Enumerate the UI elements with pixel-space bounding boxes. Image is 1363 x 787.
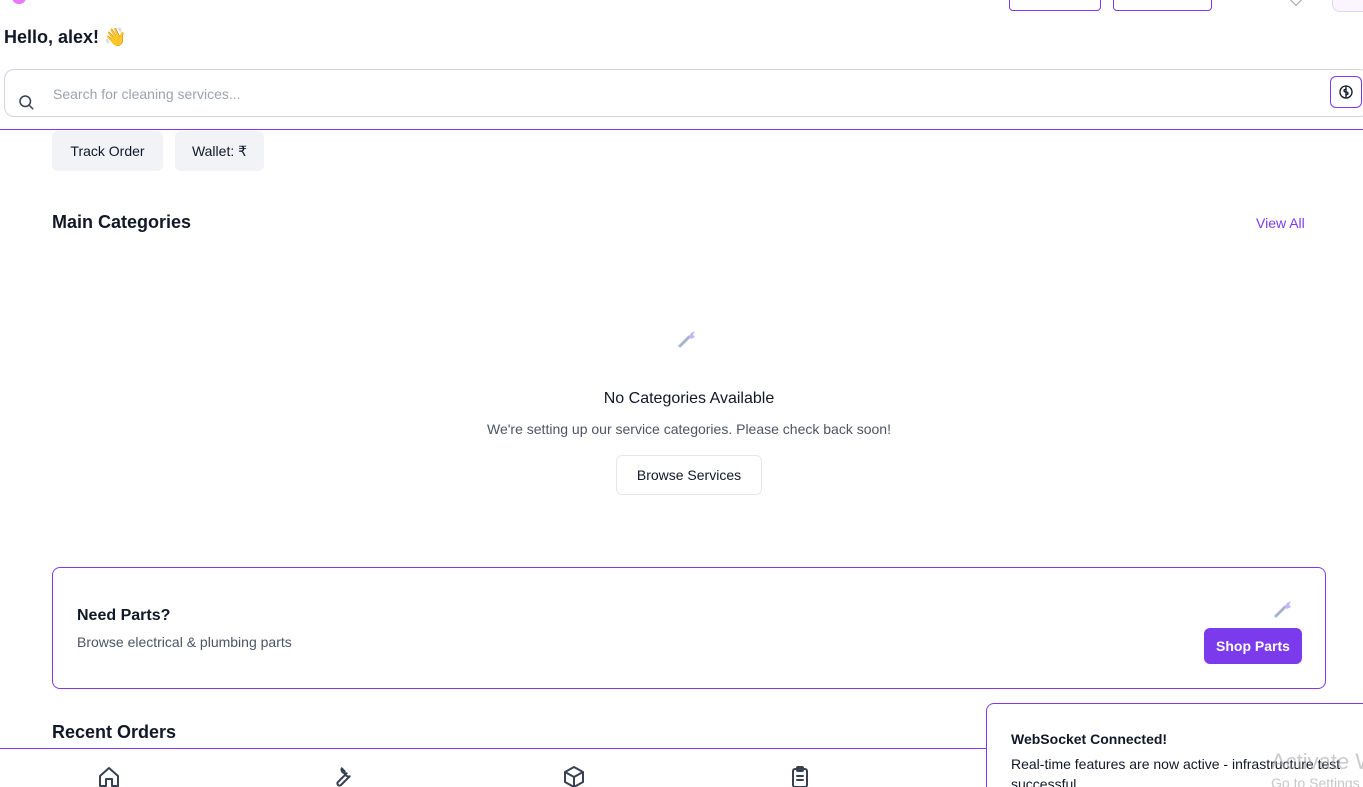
parts-title: Need Parts? xyxy=(77,607,171,624)
recent-orders-title: Recent Orders xyxy=(52,722,177,742)
greeting-text: Hello, alex! 👋 xyxy=(4,27,127,47)
toast-title: WebSocket Connected! xyxy=(1011,731,1168,747)
parts-subtitle: Browse electrical & plumbing parts xyxy=(77,634,292,650)
clipboard-icon[interactable] xyxy=(788,765,812,787)
header-divider xyxy=(0,129,1363,130)
app-logo[interactable] xyxy=(12,0,26,4)
categories-title: Main Categories xyxy=(52,212,192,232)
activation-watermark: Activate W xyxy=(1271,749,1363,774)
search-input[interactable] xyxy=(53,83,1253,105)
activation-watermark-sub: Go to Settings xyxy=(1271,775,1360,787)
header-button-2[interactable] xyxy=(1113,0,1212,11)
search-icon xyxy=(19,95,34,110)
brain-icon xyxy=(1339,85,1353,99)
parts-promo-card: Need Parts? Browse electrical & plumbing… xyxy=(52,567,1326,689)
empty-state-title: No Categories Available xyxy=(603,390,775,407)
home-icon[interactable] xyxy=(97,765,121,787)
track-order-button[interactable]: Track Order xyxy=(52,131,163,171)
wrench-icon xyxy=(678,331,695,348)
view-all-link[interactable]: View All xyxy=(1256,215,1305,231)
wallet-button[interactable]: Wallet: ₹ xyxy=(175,131,264,171)
chevron-down-icon[interactable] xyxy=(1288,0,1304,7)
search-bar[interactable] xyxy=(4,69,1363,117)
shop-parts-button[interactable]: Shop Parts xyxy=(1204,628,1302,664)
empty-state-subtitle: We're setting up our service categories.… xyxy=(487,421,891,437)
wrench-icon[interactable] xyxy=(330,765,354,787)
page: Hello, alex! 👋 Track Order Wallet: ₹ Mai… xyxy=(0,0,1363,787)
ai-assistant-button[interactable] xyxy=(1330,76,1362,108)
browse-services-button[interactable]: Browse Services xyxy=(616,455,762,495)
wrench-icon xyxy=(1274,601,1291,618)
avatar[interactable] xyxy=(1332,0,1363,12)
header-button-1[interactable] xyxy=(1009,0,1101,11)
package-icon[interactable] xyxy=(562,765,586,787)
